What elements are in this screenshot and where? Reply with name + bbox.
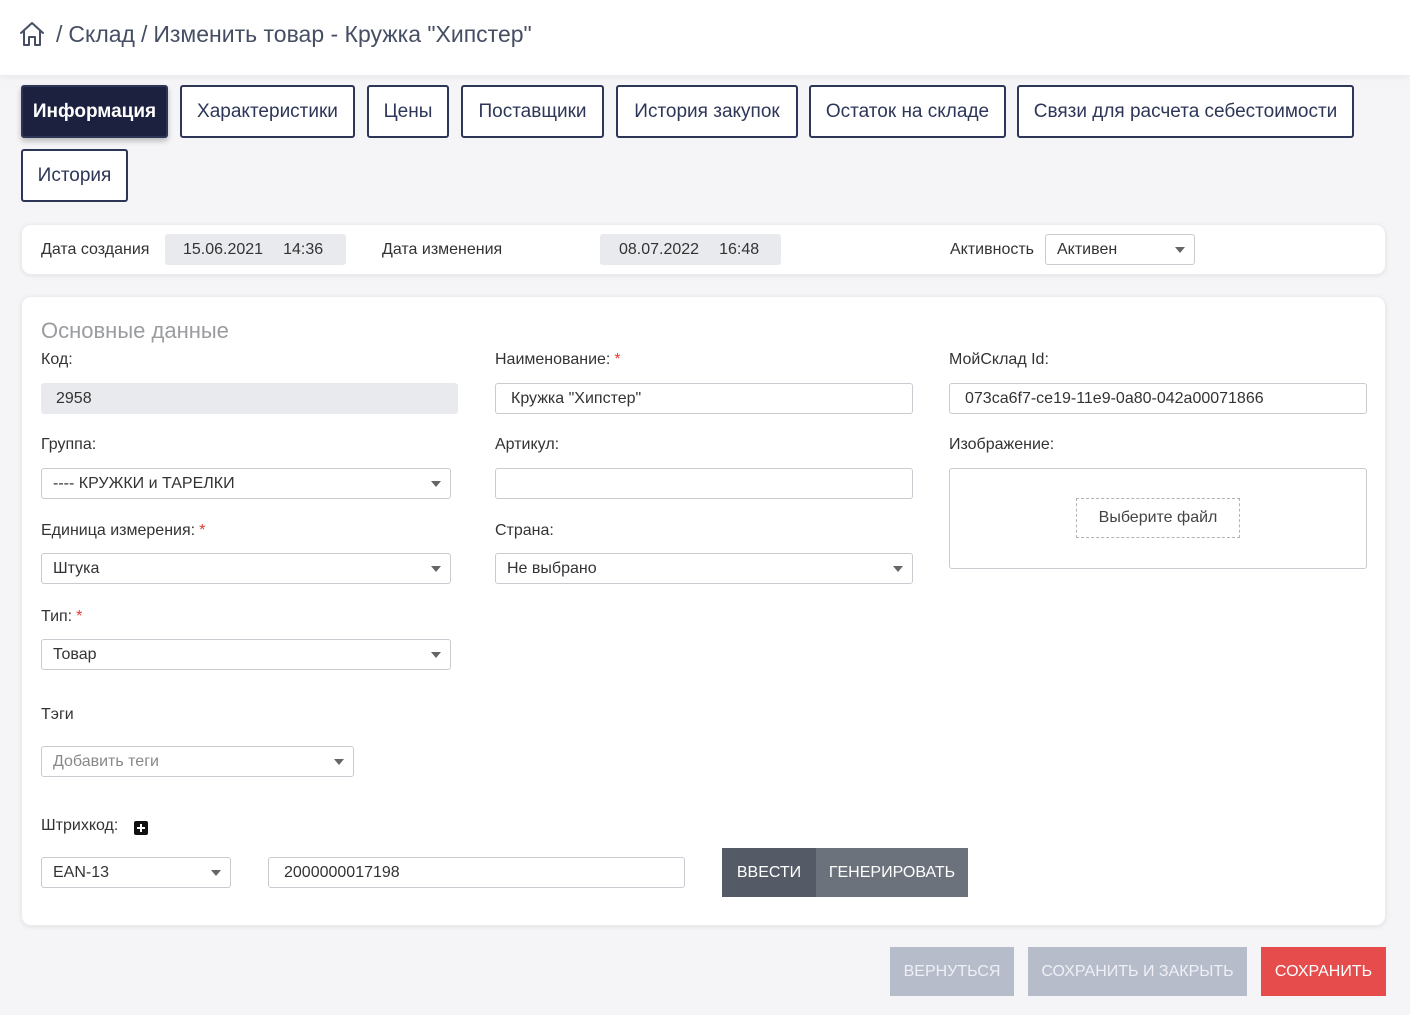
image-dropzone[interactable]: Выберите файл <box>949 468 1367 569</box>
chevron-down-icon <box>431 566 441 572</box>
image-label: Изображение: <box>949 436 1055 453</box>
save-and-close-button[interactable]: СОХРАНИТЬ И ЗАКРЫТЬ <box>1028 947 1247 996</box>
chevron-down-icon <box>893 566 903 572</box>
breadcrumb: / Склад / Изменить товар - Кружка "Хипст… <box>18 20 532 48</box>
name-input[interactable]: Кружка "Хипстер" <box>495 383 913 414</box>
home-icon[interactable] <box>18 20 46 48</box>
type-label: Тип: * <box>41 608 83 625</box>
country-select[interactable]: Не выбрано <box>495 553 913 584</box>
chevron-down-icon <box>334 759 344 765</box>
enter-barcode-button[interactable]: ВВЕСТИ <box>722 848 816 897</box>
tab-stock[interactable]: Остаток на складе <box>809 85 1006 138</box>
unit-value: Штука <box>53 559 100 577</box>
code-field: 2958 <box>41 383 458 414</box>
modified-label: Дата изменения <box>382 241 503 258</box>
moysklad-label: МойСклад Id: <box>949 351 1049 368</box>
unit-select[interactable]: Штука <box>41 553 451 584</box>
created-time: 14:36 <box>283 240 324 258</box>
activity-label: Активность <box>950 241 1035 258</box>
moysklad-id-input[interactable]: 073ca6f7-ce19-11e9-0a80-042a00071866 <box>949 383 1367 414</box>
breadcrumb-separator: / <box>56 20 63 47</box>
tab-suppliers[interactable]: Поставщики <box>461 85 604 138</box>
group-label: Группа: <box>41 436 97 453</box>
created-label: Дата создания <box>41 241 150 258</box>
save-button[interactable]: СОХРАНИТЬ <box>1261 947 1386 996</box>
code-label: Код: <box>41 351 73 368</box>
country-label: Страна: <box>495 522 554 539</box>
add-barcode-icon[interactable] <box>134 821 148 835</box>
created-datetime: 15.06.2021 14:36 <box>165 234 346 265</box>
breadcrumb-item-warehouse[interactable]: Склад <box>68 21 135 48</box>
generate-barcode-button[interactable]: ГЕНЕРИРОВАТЬ <box>816 848 968 897</box>
tags-label: Тэги <box>41 706 74 723</box>
barcode-type-select[interactable]: EAN-13 <box>41 857 231 888</box>
meta-card: Дата создания 15.06.2021 14:36 Дата изме… <box>21 224 1386 275</box>
modified-date: 08.07.2022 <box>619 240 700 258</box>
group-select[interactable]: ---- КРУЖКИ и ТАРЕЛКИ <box>41 468 451 499</box>
tags-placeholder: Добавить теги <box>53 752 159 770</box>
modified-time: 16:48 <box>719 240 760 258</box>
type-select[interactable]: Товар <box>41 639 451 670</box>
tab-purchase-history[interactable]: История закупок <box>616 85 798 138</box>
country-value: Не выбрано <box>507 559 597 577</box>
unit-label: Единица измерения: * <box>41 522 206 539</box>
choose-file-button[interactable]: Выберите файл <box>1076 498 1240 538</box>
required-marker: * <box>614 351 621 368</box>
breadcrumb-item-current: Изменить товар - Кружка "Хипстер" <box>153 20 532 47</box>
barcode-label: Штрихкод: <box>41 817 119 834</box>
article-label: Артикул: <box>495 436 560 453</box>
tab-history[interactable]: История <box>21 149 128 202</box>
name-label: Наименование: * <box>495 351 621 368</box>
tags-select[interactable]: Добавить теги <box>41 746 354 777</box>
activity-select[interactable]: Активен <box>1045 234 1195 265</box>
required-marker: * <box>199 522 206 539</box>
chevron-down-icon <box>1175 247 1185 253</box>
main-card: Основные данные Код: 2958 Наименование: *… <box>21 296 1386 926</box>
type-value: Товар <box>53 645 97 663</box>
activity-value: Активен <box>1057 240 1118 258</box>
back-button[interactable]: ВЕРНУТЬСЯ <box>890 947 1014 996</box>
tab-information[interactable]: Информация <box>21 85 168 138</box>
page-header: / Склад / Изменить товар - Кружка "Хипст… <box>0 0 1410 75</box>
breadcrumb-separator: / <box>140 20 148 47</box>
group-value: ---- КРУЖКИ и ТАРЕЛКИ <box>53 474 235 492</box>
chevron-down-icon <box>431 652 441 658</box>
required-marker: * <box>76 608 83 625</box>
tab-characteristics[interactable]: Характеристики <box>180 85 355 138</box>
article-input[interactable] <box>495 468 913 499</box>
chevron-down-icon <box>431 481 441 487</box>
tab-cost-links[interactable]: Связи для расчета себестоимости <box>1017 85 1354 138</box>
barcode-type-value: EAN-13 <box>53 863 110 881</box>
created-date: 15.06.2021 <box>183 240 264 258</box>
section-title: Основные данные <box>41 318 229 343</box>
chevron-down-icon <box>211 870 221 876</box>
tab-prices[interactable]: Цены <box>367 85 449 138</box>
barcode-input[interactable]: 2000000017198 <box>268 857 685 888</box>
modified-datetime: 08.07.2022 16:48 <box>600 234 781 265</box>
